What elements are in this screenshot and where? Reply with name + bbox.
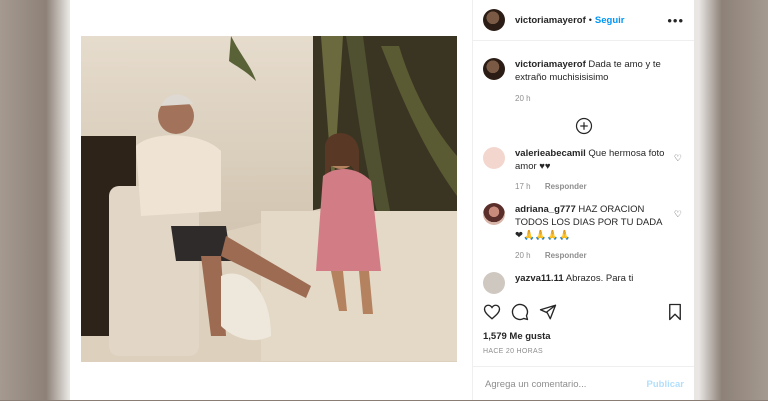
post-time-ago: HACE 20 HORAS: [483, 348, 543, 355]
comment-text: Abrazos. Para ti: [565, 273, 634, 284]
comment-time: 20 h: [515, 251, 531, 260]
load-more-comments[interactable]: [473, 117, 694, 137]
comment-item: valerieabecamil Que hermosa foto amor ♥♥…: [473, 147, 694, 193]
share-icon[interactable]: [539, 303, 557, 321]
post-media: [70, 0, 473, 400]
bookmark-icon[interactable]: [666, 303, 684, 321]
post-sidebar: victoriamayerof • Seguir ••• victoriamay…: [473, 0, 694, 400]
comment-item: yazva11.11 Abrazos. Para ti: [473, 272, 694, 294]
reply-button[interactable]: Responder: [545, 182, 587, 191]
separator-dot: •: [588, 15, 592, 25]
commenter-username[interactable]: yazva11.11: [515, 273, 564, 284]
commenter-avatar[interactable]: [483, 203, 505, 225]
action-bar: [483, 303, 684, 321]
commenter-avatar[interactable]: [483, 147, 505, 169]
commenter-avatar[interactable]: [483, 272, 505, 294]
publish-button[interactable]: Publicar: [647, 379, 685, 390]
caption-avatar[interactable]: [483, 58, 505, 80]
comment-icon[interactable]: [511, 303, 529, 321]
caption-username[interactable]: victoriamayerof: [515, 59, 586, 70]
commenter-username[interactable]: adriana_g777: [515, 204, 576, 215]
comments-list[interactable]: victoriamayerof Dada te amo y te extraño…: [473, 41, 694, 296]
comment-like-heart-icon[interactable]: ♡: [674, 153, 682, 164]
likes-count[interactable]: 1,579 Me gusta: [483, 331, 551, 342]
author-avatar[interactable]: [483, 9, 505, 31]
author-username[interactable]: victoriamayerof: [515, 15, 586, 26]
post-modal: victoriamayerof • Seguir ••• victoriamay…: [70, 0, 694, 400]
reply-button[interactable]: Responder: [545, 251, 587, 260]
add-comment-bar: Publicar: [473, 366, 694, 401]
follow-button[interactable]: Seguir: [595, 15, 625, 26]
comment-like-heart-icon[interactable]: ♡: [674, 209, 682, 220]
commenter-username[interactable]: valerieabecamil: [515, 148, 586, 159]
comment-item: adriana_g777 HAZ ORACION TODOS LOS DIAS …: [473, 203, 694, 262]
more-options-icon[interactable]: •••: [667, 13, 684, 28]
post-caption: victoriamayerof Dada te amo y te extraño…: [473, 41, 694, 105]
heart-icon[interactable]: [483, 303, 501, 321]
post-photo[interactable]: [81, 36, 457, 362]
post-header: victoriamayerof • Seguir •••: [473, 0, 694, 41]
caption-time: 20 h: [515, 94, 531, 103]
comment-input[interactable]: [483, 377, 647, 391]
comment-time: 17 h: [515, 182, 531, 191]
plus-circle-icon[interactable]: [575, 117, 593, 135]
